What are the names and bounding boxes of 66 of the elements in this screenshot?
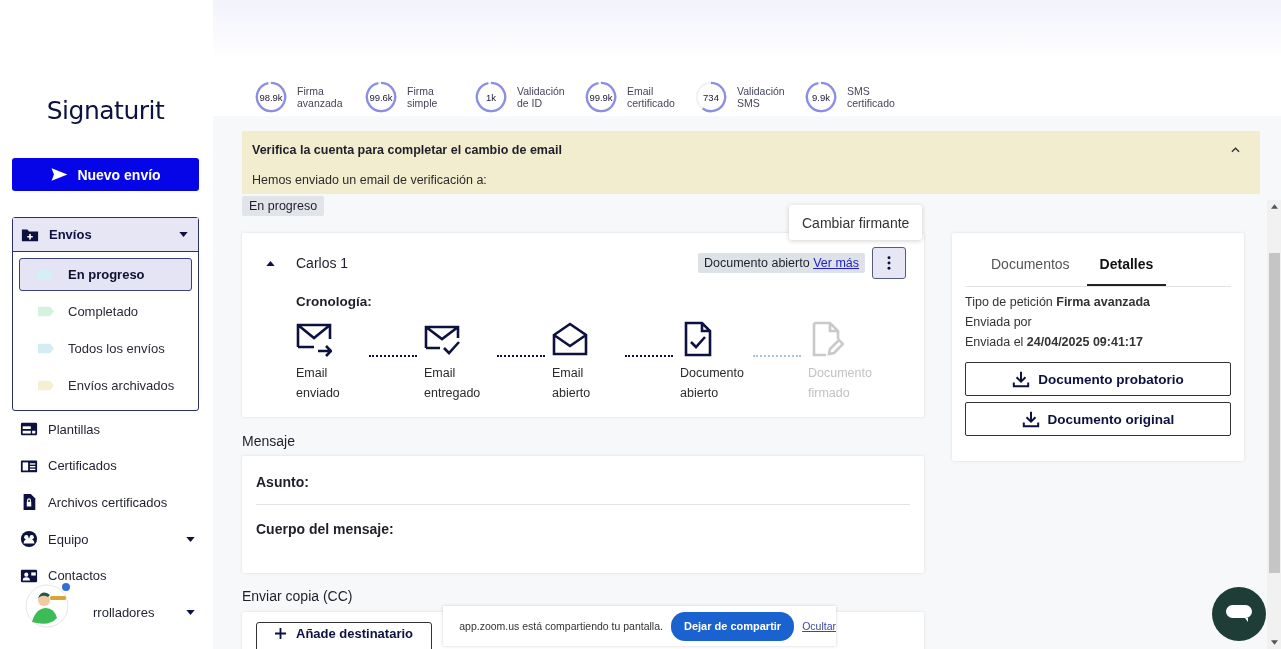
download-button[interactable]: Documento probatorio [965, 362, 1231, 396]
sidebar-item[interactable]: Certificados [12, 447, 199, 485]
tab[interactable]: Documentos [978, 245, 1083, 286]
new-send-button[interactable]: Nuevo envío [12, 158, 199, 191]
download-icon [1012, 370, 1031, 388]
menu-item[interactable]: Cambiar firmante [789, 205, 923, 240]
detail-line: Enviada por [965, 314, 1033, 331]
step-label: Email entregado [424, 365, 482, 402]
chat-button[interactable] [1212, 587, 1266, 641]
tab[interactable]: Detalles [1086, 245, 1167, 286]
step-label: Documento abierto [680, 365, 745, 402]
timeline-title: Cronología: [296, 294, 373, 309]
field-label: Asunto: [256, 474, 309, 490]
banner-title: Verifica la cuenta para completar el cambio de email [252, 143, 563, 157]
plus-icon [275, 628, 286, 639]
sidebar-item[interactable]: En progreso [19, 258, 192, 291]
banner-message: Hemos enviado un email de verificación a: [252, 173, 488, 187]
see-more-link[interactable]: Ver más [813, 256, 859, 270]
detail-line: Enviada el 24/04/2025 09:41:17 [965, 334, 1144, 351]
kebab-icon [887, 256, 891, 270]
hide-link[interactable]: Ocultar [802, 620, 836, 632]
usage-ring: 1k [474, 80, 508, 114]
step-label: Email abierto [552, 365, 592, 402]
more-button[interactable] [872, 247, 906, 279]
detail-line: Tipo de petición Firma avanzada [965, 294, 1152, 311]
sidebar-item[interactable]: Plantillas [12, 411, 199, 448]
chevron-icon[interactable] [1231, 147, 1240, 153]
scroll-down-icon[interactable] [1270, 640, 1278, 645]
stat-label: SMS certificado [847, 85, 896, 109]
step-label: Documento firmado [808, 365, 873, 402]
field-label: Cuerpo del mensaje: [256, 521, 394, 537]
stat-label: Validación SMS [737, 85, 786, 109]
logo: Signaturit [45, 96, 166, 125]
section-title: Enviar copia (CC) [242, 588, 354, 604]
download-button[interactable]: Documento original [965, 402, 1231, 436]
usage-ring: 9.9k [804, 80, 838, 114]
scrollbar[interactable] [1267, 200, 1281, 649]
stat-label: Email certificado [627, 85, 676, 109]
usage-ring: 99.9k [584, 80, 618, 114]
share-message: app.zoom.us está compartiendo tu pantalla. [459, 620, 663, 632]
nav-group-header[interactable]: Envíos [13, 218, 198, 252]
step-label: Email enviado [296, 365, 341, 402]
collapse-icon[interactable] [266, 260, 275, 266]
sidebar-item[interactable]: Equipo [12, 520, 199, 558]
team-icon [20, 530, 38, 549]
sidebar-item[interactable]: Completado [19, 295, 192, 328]
download-icon [1021, 410, 1040, 428]
stat-label: Firma avanzada [297, 85, 344, 109]
signer-name: Carlos 1 [296, 255, 349, 271]
sidebar-item[interactable]: Envíos archivados [19, 369, 192, 402]
sidebar-item[interactable]: Contactos [12, 557, 199, 594]
sidebar-item[interactable]: Todos los envíos [19, 332, 192, 365]
add-recipient-button[interactable]: Añade destinatario [256, 622, 433, 649]
usage-ring: 734 [694, 80, 728, 114]
assistant-avatar [22, 582, 72, 628]
scroll-up-icon[interactable] [1270, 204, 1278, 209]
stat-label: Validación de ID [517, 85, 566, 109]
status-tag: En progreso [242, 196, 325, 216]
stat-label: Firma simple [407, 85, 439, 109]
usage-ring: 98.9k [254, 80, 288, 114]
sidebar-item[interactable]: rrolladores [12, 593, 199, 631]
status-text: Documento abierto [704, 256, 810, 270]
sidebar-item[interactable]: Archivos certificados [12, 484, 199, 521]
stop-sharing-button[interactable]: Dejar de compartir [670, 611, 795, 641]
usage-ring: 99.6k [364, 80, 398, 114]
section-title: Mensaje [242, 433, 296, 449]
